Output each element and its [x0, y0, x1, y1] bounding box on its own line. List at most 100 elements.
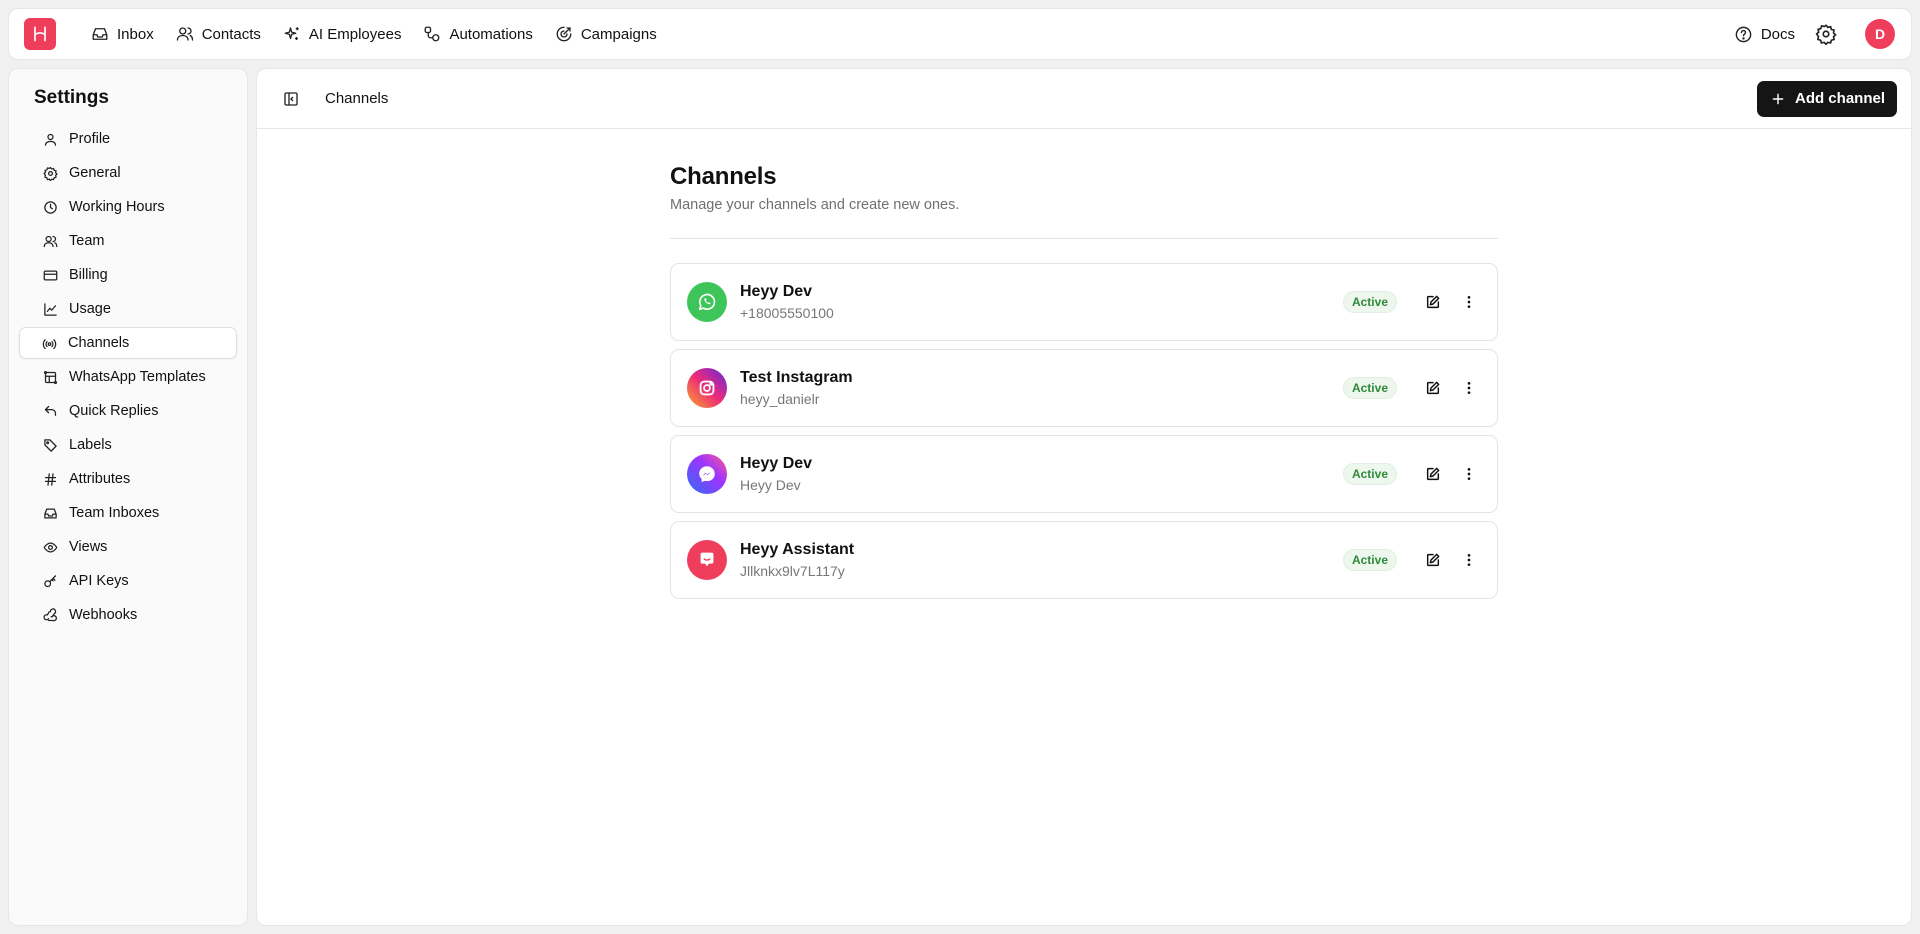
main-header: Channels Add channel	[257, 69, 1911, 129]
top-right-actions: Docs D	[1734, 19, 1895, 49]
sidebar-item-webhooks[interactable]: Webhooks	[19, 599, 237, 631]
edit-button[interactable]	[1421, 462, 1445, 486]
sidebar-item-attributes[interactable]: Attributes	[19, 463, 237, 495]
webhook-icon	[43, 607, 57, 621]
nav-inbox[interactable]: Inbox	[82, 17, 163, 51]
edit-icon	[1426, 381, 1440, 395]
sidebar-item-working-hours[interactable]: Working Hours	[19, 191, 237, 223]
page-subtitle: Manage your channels and create new ones…	[670, 197, 960, 213]
sidebar-item-profile[interactable]: Profile	[19, 123, 237, 155]
sidebar-title: Settings	[34, 87, 109, 108]
template-icon	[43, 370, 58, 384]
nav-label: AI Employees	[308, 25, 402, 43]
sidebar-item-team-inboxes[interactable]: Team Inboxes	[19, 497, 237, 529]
channels-content: Channels Manage your channels and create…	[670, 163, 1498, 607]
eye-icon	[43, 541, 58, 553]
more-options-button[interactable]	[1457, 548, 1481, 572]
channel-card[interactable]: Heyy Dev +18005550100 Active	[670, 263, 1498, 341]
add-channel-button[interactable]: Add channel	[1756, 80, 1897, 117]
top-navigation: Inbox Contacts AI Employees Automations …	[8, 8, 1912, 60]
sidebar-item-team[interactable]: Team	[19, 225, 237, 257]
broadcast-icon	[42, 338, 57, 349]
sidebar-item-label: Team Inboxes	[69, 505, 160, 521]
more-options-button[interactable]	[1457, 290, 1481, 314]
sidebar-item-label: Labels	[69, 437, 112, 453]
sidebar-item-channels[interactable]: Channels	[19, 327, 237, 359]
channel-name: Test Instagram	[740, 369, 853, 386]
channel-identifier: Heyy Dev	[740, 477, 801, 493]
channel-info: Test Instagram heyy_danielr	[740, 369, 853, 407]
sidebar-item-api-keys[interactable]: API Keys	[19, 565, 237, 597]
nav-label: Automations	[449, 25, 533, 43]
channel-card[interactable]: Test Instagram heyy_danielr Active	[670, 349, 1498, 427]
messenger-icon	[687, 454, 727, 494]
channel-identifier: Jllknkx9lv7L117y	[740, 563, 845, 579]
sidebar-item-label: Quick Replies	[69, 403, 159, 419]
edit-icon	[1426, 553, 1440, 567]
user-icon	[44, 133, 57, 146]
credit-card-icon	[43, 270, 58, 280]
more-vertical-icon	[1467, 468, 1471, 480]
nav-label: Inbox	[117, 25, 154, 43]
status-badge: Active	[1342, 463, 1397, 485]
edit-button[interactable]	[1421, 548, 1445, 572]
nav-campaigns[interactable]: Campaigns	[546, 17, 666, 51]
sidebar-item-general[interactable]: General	[19, 157, 237, 189]
edit-icon	[1426, 467, 1440, 481]
edit-icon	[1426, 295, 1440, 309]
key-icon	[44, 574, 57, 587]
sidebar-item-label: Team	[69, 233, 105, 249]
sidebar-item-label: Attributes	[69, 471, 131, 487]
edit-button[interactable]	[1421, 376, 1445, 400]
gear-icon	[43, 166, 58, 181]
nav-automations[interactable]: Automations	[414, 17, 541, 51]
sidebar-toggle-icon[interactable]	[283, 91, 299, 107]
more-options-button[interactable]	[1457, 376, 1481, 400]
docs-link[interactable]: Docs	[1734, 25, 1795, 44]
sparkles-icon	[284, 27, 299, 40]
channel-card[interactable]: Heyy Assistant Jllknkx9lv7L117y Active	[670, 521, 1498, 599]
tag-icon	[44, 438, 57, 452]
plus-icon	[1772, 93, 1784, 104]
inbox-icon	[44, 508, 57, 518]
status-badge: Active	[1342, 291, 1397, 313]
channel-actions: Active	[1342, 290, 1481, 314]
hash-icon	[44, 472, 57, 486]
heyy-logo-icon[interactable]	[24, 18, 56, 50]
add-channel-label: Add channel	[1794, 90, 1885, 107]
sidebar-item-label: Billing	[69, 267, 108, 283]
channel-actions: Active	[1342, 548, 1481, 572]
settings-sidebar: Settings Profile General Working Hours T…	[8, 68, 248, 926]
sidebar-item-label: WhatsApp Templates	[69, 369, 206, 385]
sidebar-item-billing[interactable]: Billing	[19, 259, 237, 291]
sidebar-item-label: Webhooks	[69, 607, 138, 623]
chart-icon	[44, 302, 57, 316]
sidebar-item-views[interactable]: Views	[19, 531, 237, 563]
edit-button[interactable]	[1421, 290, 1445, 314]
channel-info: Heyy Dev Heyy Dev	[740, 455, 812, 493]
main-panel: Channels Add channel Channels Manage you…	[256, 68, 1912, 926]
sidebar-item-quick-replies[interactable]: Quick Replies	[19, 395, 237, 427]
settings-button[interactable]	[1815, 23, 1837, 45]
sidebar-item-label: Profile	[69, 131, 111, 147]
divider	[670, 238, 1498, 239]
instagram-icon	[687, 368, 727, 408]
sidebar-item-label: Channels	[68, 335, 130, 351]
docs-label: Docs	[1760, 25, 1795, 43]
sidebar-item-whatsapp-templates[interactable]: WhatsApp Templates	[19, 361, 237, 393]
channel-name: Heyy Dev	[740, 455, 813, 472]
channel-name: Heyy Assistant	[740, 541, 855, 558]
more-options-button[interactable]	[1457, 462, 1481, 486]
sidebar-item-label: Views	[69, 539, 108, 555]
sidebar-item-usage[interactable]: Usage	[19, 293, 237, 325]
sidebar-item-label: General	[69, 165, 121, 181]
sidebar-item-labels[interactable]: Labels	[19, 429, 237, 461]
nav-label: Campaigns	[580, 25, 657, 43]
help-circle-icon	[1735, 26, 1752, 42]
nav-contacts[interactable]: Contacts	[167, 17, 270, 51]
channel-card[interactable]: Heyy Dev Heyy Dev Active	[670, 435, 1498, 513]
nav-ai-employees[interactable]: AI Employees	[274, 17, 411, 51]
avatar[interactable]: D	[1865, 19, 1895, 49]
team-icon	[43, 235, 58, 247]
nav-label: Contacts	[201, 25, 261, 43]
